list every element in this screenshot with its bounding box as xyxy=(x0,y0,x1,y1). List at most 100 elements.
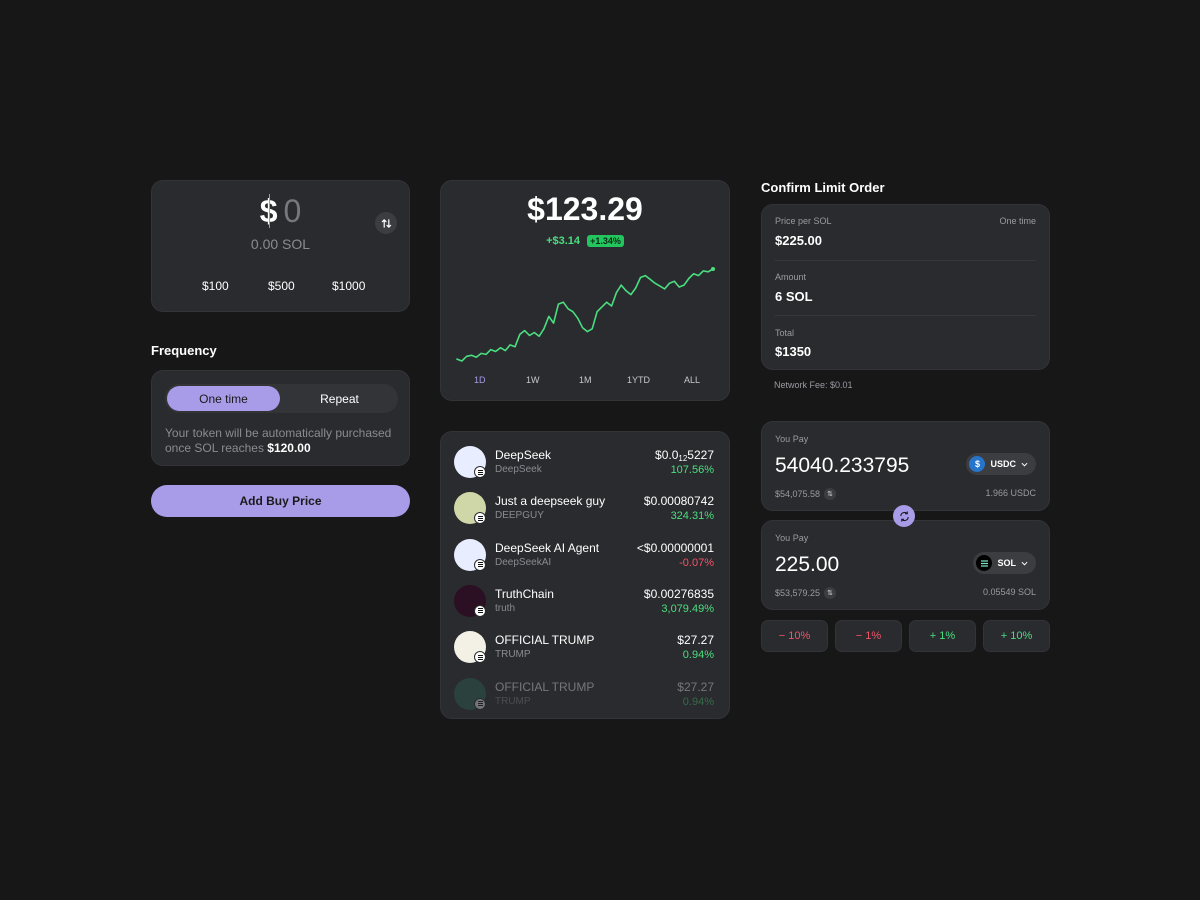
token-price: $0.00080742 xyxy=(644,494,714,508)
price-change: +$3.14 +1.34% xyxy=(441,235,729,247)
token-name: Just a deepseek guy xyxy=(495,494,606,509)
token-select-label: USDC xyxy=(990,459,1016,469)
token-name: DeepSeek xyxy=(495,448,552,462)
token-row[interactable]: OFFICIAL TRUMP TRUMP $27.27 0.94% xyxy=(441,626,729,672)
pay-amount-input[interactable]: 54040.233795 xyxy=(775,454,909,478)
amount-value: 6 SOL xyxy=(775,289,813,304)
pay-usd-amount: $53,579.25 xyxy=(775,588,821,598)
frequency-note: Your token will be automatically purchas… xyxy=(165,426,400,456)
solana-icon xyxy=(976,555,993,571)
token-change: -0.07% xyxy=(679,556,714,569)
limit-order-summary: Price per SOL One time $225.00 Amount 6 … xyxy=(761,204,1050,370)
range-tab-1w[interactable]: 1W xyxy=(526,375,540,385)
total-label: Total xyxy=(775,328,795,338)
token-price: $27.27 xyxy=(677,680,714,694)
adjust-sign: + xyxy=(929,630,937,642)
pay-label: You Pay xyxy=(775,533,809,543)
token-price-subscript: 12 xyxy=(678,454,688,463)
pay-card-usdc: You Pay 54040.233795 $ USDC $54,075.58 ⇅ … xyxy=(761,421,1050,511)
sol-equivalent: 0.00 SOL xyxy=(250,236,311,252)
range-tab-1ytd[interactable]: 1YTD xyxy=(627,375,650,385)
token-row[interactable]: DeepSeek DeepSeek $0.0125227 107.56% xyxy=(441,441,729,487)
range-tab-1m[interactable]: 1M xyxy=(579,375,592,385)
list-badge-icon xyxy=(474,512,486,525)
token-symbol: DEEPGUY xyxy=(495,510,544,522)
adjust-minus-10-button[interactable]: − 10% xyxy=(761,620,828,652)
list-badge-icon xyxy=(474,466,486,478)
swap-units-button[interactable] xyxy=(375,212,397,234)
current-price: $123.29 xyxy=(527,191,643,227)
quick-amount-500[interactable]: $500 xyxy=(268,279,295,293)
token-price-main: $27.27 xyxy=(677,633,714,648)
toggle-repeat[interactable]: Repeat xyxy=(283,386,396,411)
token-row[interactable]: TruthChain truth $0.00276835 3,079.49% xyxy=(441,580,729,626)
adjust-sign: + xyxy=(1000,630,1008,642)
frequency-card: One time Repeat Your token will be autom… xyxy=(151,370,410,466)
add-buy-price-button[interactable]: Add Buy Price xyxy=(151,485,410,517)
price-change-value: +$3.14 xyxy=(546,235,581,247)
price-per-sol-label: Price per SOL xyxy=(775,216,832,226)
token-symbol: TRUMP xyxy=(495,649,531,661)
token-name: DeepSeek AI Agent xyxy=(495,540,600,555)
amount-label: Amount xyxy=(775,272,807,282)
list-badge-icon xyxy=(474,651,486,664)
token-price-tail: 5227 xyxy=(687,448,714,462)
token-change: 3,079.49% xyxy=(661,602,714,615)
pay-label: You Pay xyxy=(775,434,809,444)
price-per-sol-value: $225.00 xyxy=(775,233,822,248)
token-price-main: <$0.00000001 xyxy=(636,540,714,555)
adjust-label: 1% xyxy=(939,630,956,642)
pay-card-sol: You Pay 225.00 SOL $53,579.25 ⇅ 0.05549 S… xyxy=(761,520,1050,610)
token-change: 0.94% xyxy=(682,695,714,708)
swap-arrows-icon xyxy=(899,510,909,522)
token-list: DeepSeek DeepSeek $0.0125227 107.56% Jus… xyxy=(440,431,730,719)
pay-usd-value: $53,579.25 ⇅ xyxy=(775,587,837,599)
refresh-icon[interactable]: ⇅ xyxy=(824,488,837,500)
text-caret xyxy=(268,193,270,228)
refresh-icon[interactable]: ⇅ xyxy=(824,587,837,599)
quick-amount-100[interactable]: $100 xyxy=(202,279,229,293)
token-row[interactable]: Just a deepseek guy DEEPGUY $0.00080742 … xyxy=(441,487,729,533)
token-symbol: DeepSeekAI xyxy=(495,556,552,568)
chevron-down-icon xyxy=(1021,561,1028,566)
token-change: 107.56% xyxy=(670,464,714,476)
token-row[interactable]: DeepSeek AI Agent DeepSeekAI <$0.0000000… xyxy=(441,534,729,580)
token-select-label: SOL xyxy=(997,558,1016,568)
swap-tokens-button[interactable] xyxy=(893,505,915,527)
token-name: OFFICIAL TRUMP xyxy=(495,633,595,648)
adjust-plus-10-button[interactable]: + 10% xyxy=(983,620,1050,652)
token-symbol: truth xyxy=(495,602,516,614)
token-price-main: $0.00080742 xyxy=(643,494,714,509)
token-row[interactable]: OFFICIAL TRUMP TRUMP $27.27 0.94% xyxy=(441,673,729,719)
quick-amount-1000[interactable]: $1000 xyxy=(332,279,365,293)
price-chart-card: $123.29 +$3.14 +1.34% 1D 1W 1M 1YTD ALL xyxy=(440,180,730,401)
adjust-label: 1% xyxy=(865,630,882,642)
token-price: $27.27 xyxy=(677,633,714,647)
price-change-badge: +1.34% xyxy=(587,235,624,247)
token-price-main: $27.27 xyxy=(677,679,714,694)
token-price: $0.00276835 xyxy=(644,587,714,601)
price-line-chart xyxy=(456,267,715,362)
token-change: 324.31% xyxy=(670,510,714,523)
adjust-plus-1-button[interactable]: + 1% xyxy=(909,620,976,652)
total-value: $1350 xyxy=(775,344,812,359)
confirm-limit-order-title: Confirm Limit Order xyxy=(761,180,885,195)
order-frequency: One time xyxy=(999,216,1036,226)
pay-amount-input[interactable]: 225.00 xyxy=(775,553,839,577)
network-fee: Network Fee: $0.01 xyxy=(774,380,853,390)
range-tab-1d[interactable]: 1D xyxy=(474,375,486,385)
buy-amount-display[interactable]: $0 xyxy=(152,193,409,231)
toggle-one-time[interactable]: One time xyxy=(167,386,280,411)
token-select-sol[interactable]: SOL xyxy=(973,552,1036,574)
token-name: OFFICIAL TRUMP xyxy=(495,679,595,694)
range-tab-all[interactable]: ALL xyxy=(684,375,700,385)
adjust-minus-1-button[interactable]: − 1% xyxy=(835,620,902,652)
adjust-sign: − xyxy=(855,630,863,642)
token-select-usdc[interactable]: $ USDC xyxy=(966,453,1036,475)
price-last-point xyxy=(711,267,715,271)
token-symbol: TRUMP xyxy=(495,695,531,707)
token-change: 0.94% xyxy=(682,649,714,662)
divider xyxy=(775,315,1036,316)
usdc-icon: $ xyxy=(969,456,986,472)
list-badge-icon xyxy=(474,604,486,617)
